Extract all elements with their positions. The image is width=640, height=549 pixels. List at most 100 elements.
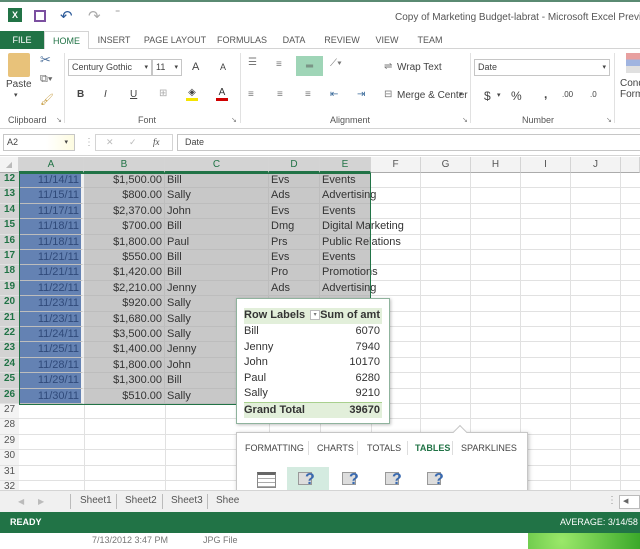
column-header-f[interactable]: F [371, 157, 421, 173]
cell-cat[interactable]: Events [320, 250, 371, 266]
customize-icon[interactable]: ⁼ [115, 8, 120, 19]
qa-tab-totals[interactable]: TOTALS [367, 443, 401, 453]
redo-icon[interactable]: ↷ [88, 7, 101, 25]
cell-date[interactable]: 11/29/11 [19, 373, 84, 389]
formula-input[interactable]: Date [177, 134, 640, 151]
cell-cat[interactable]: Events [320, 173, 371, 189]
cell-date[interactable]: 11/21/11 [19, 265, 84, 281]
row-header[interactable]: 28 [0, 419, 19, 435]
filter-dropdown-icon[interactable]: ▾ [310, 310, 321, 321]
row-header[interactable]: 29 [0, 434, 19, 451]
cell-date[interactable]: 11/23/11 [19, 311, 84, 327]
cell-name[interactable]: Sally [165, 188, 269, 204]
bold-button[interactable]: B [77, 89, 84, 100]
font-color-button[interactable]: A [216, 87, 228, 101]
underline-button[interactable]: U [130, 89, 137, 100]
increase-indent-icon[interactable]: ⇥ [357, 89, 365, 100]
row-header[interactable]: 24 [0, 357, 19, 374]
tab-insert[interactable]: INSERT [94, 31, 134, 49]
cell-name[interactable]: Paul [165, 234, 269, 250]
qa-tab-tables[interactable]: TABLES [415, 443, 450, 453]
row-header[interactable]: 30 [0, 450, 19, 466]
font-size-select[interactable]: 11 ▾ [152, 59, 182, 76]
cell-name[interactable]: Bill [165, 219, 269, 235]
decrease-indent-icon[interactable]: ⇤ [330, 89, 338, 100]
insert-function-icon[interactable]: fx [153, 135, 160, 150]
cell-amt[interactable]: $1,800.00 [84, 234, 165, 250]
grow-font-button[interactable]: A [192, 61, 199, 73]
row-header[interactable]: 26 [0, 388, 19, 404]
cell-amt[interactable]: $700.00 [84, 219, 165, 235]
cell-name[interactable]: Jenny [165, 280, 269, 297]
paste-button[interactable]: Paste [6, 79, 32, 90]
wrap-text-icon[interactable]: ⇌ [384, 61, 392, 72]
font-launcher-icon[interactable]: ↘ [231, 116, 237, 124]
column-header-g[interactable]: G [421, 157, 471, 173]
cell-cat[interactable]: Advertising [320, 280, 376, 297]
conditional-formatting-icon[interactable] [626, 53, 640, 73]
cell-name[interactable]: Bill [165, 265, 269, 281]
chevron-down-icon[interactable]: ▾ [497, 91, 501, 99]
sheet-tab-2[interactable]: Sheet2 [125, 495, 157, 506]
cell-name[interactable]: Bill [165, 173, 269, 189]
column-header-c[interactable]: C [165, 157, 269, 173]
save-icon[interactable] [34, 10, 46, 22]
cancel-icon[interactable]: ✕ [106, 135, 114, 150]
row-header[interactable]: 14 [0, 203, 19, 220]
cell-amt[interactable]: $1,500.00 [84, 173, 165, 189]
qa-tab-formatting[interactable]: FORMATTING [245, 443, 304, 453]
currency-button[interactable]: $ [484, 89, 491, 103]
number-launcher-icon[interactable]: ↘ [606, 116, 612, 124]
tab-file[interactable]: FILE [0, 31, 44, 49]
qa-tab-charts[interactable]: CHARTS [317, 443, 354, 453]
row-header[interactable]: 23 [0, 342, 19, 358]
qa-tab-sparklines[interactable]: SPARKLINES [461, 443, 517, 453]
tab-formulas[interactable]: FORMULAS [214, 31, 270, 49]
cell-date[interactable]: 11/28/11 [19, 357, 84, 374]
cell-date[interactable]: 11/22/11 [19, 280, 84, 297]
borders-icon[interactable]: ⊞ [159, 88, 167, 99]
cell-date[interactable]: 11/23/11 [19, 296, 84, 312]
name-box[interactable]: A2 ▾ [3, 134, 75, 151]
cell-amt[interactable]: $1,400.00 [84, 342, 165, 358]
conditional-formatting-button[interactable]: CondForma [620, 78, 640, 100]
wrap-text-button[interactable]: Wrap Text [397, 62, 442, 73]
cell-code[interactable]: Dmg [269, 219, 320, 235]
row-header[interactable]: 18 [0, 265, 19, 281]
column-header-e[interactable]: E [320, 157, 371, 173]
row-header[interactable]: 17 [0, 250, 19, 266]
select-all-button[interactable]: ◢ [0, 157, 19, 173]
sheet-tab-3[interactable]: Sheet3 [171, 495, 203, 506]
alignment-launcher-icon[interactable]: ↘ [462, 116, 468, 124]
paste-dropdown-icon[interactable]: ▾ [14, 91, 18, 99]
column-header-j[interactable]: J [571, 157, 621, 173]
cell-amt[interactable]: $1,800.00 [84, 357, 165, 374]
column-header-a[interactable]: A [19, 157, 84, 173]
cell-amt[interactable]: $2,210.00 [84, 280, 165, 297]
column-header-k[interactable] [621, 157, 640, 173]
cell-name[interactable]: John [165, 203, 269, 220]
cell-amt[interactable]: $3,500.00 [84, 327, 165, 343]
cell-cat[interactable]: Promotions [320, 265, 378, 281]
column-header-h[interactable]: H [471, 157, 521, 173]
cell-code[interactable]: Ads [269, 188, 320, 204]
cell-cat[interactable]: Digital Marketing [320, 219, 404, 235]
tab-view[interactable]: VIEW [372, 31, 402, 49]
row-header[interactable]: 19 [0, 280, 19, 297]
row-header[interactable]: 21 [0, 311, 19, 327]
excel-logo-icon[interactable]: X [8, 8, 22, 22]
format-painter-icon[interactable]: 🖌 [40, 93, 54, 106]
align-right-icon[interactable]: ≡ [305, 89, 311, 100]
row-header[interactable]: 31 [0, 465, 19, 481]
sheet-tab-1[interactable]: Sheet1 [80, 495, 112, 506]
italic-button[interactable]: I [104, 89, 107, 100]
scroll-right-icon[interactable]: ▶ [38, 497, 44, 506]
merge-center-button[interactable]: Merge & Center [397, 90, 468, 101]
cell-code[interactable]: Prs [269, 234, 320, 250]
clipboard-launcher-icon[interactable]: ↘ [56, 116, 62, 124]
chevron-down-icon[interactable]: ▾ [459, 90, 463, 98]
merge-icon[interactable]: ⊟ [384, 89, 392, 100]
cell-cat[interactable]: Events [320, 203, 371, 220]
cell-date[interactable]: 11/17/11 [19, 203, 84, 220]
cell-amt[interactable]: $800.00 [84, 188, 165, 204]
